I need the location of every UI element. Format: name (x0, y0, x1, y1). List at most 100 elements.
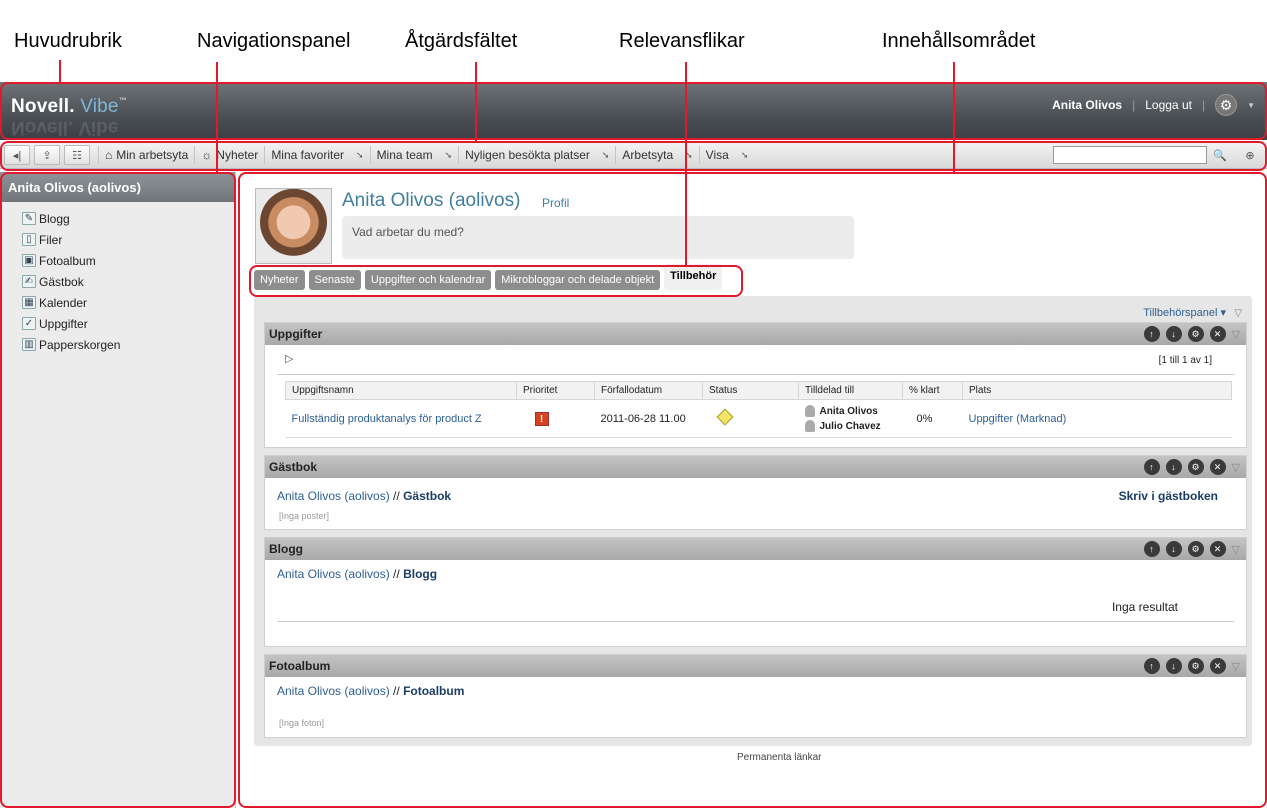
move-down-icon[interactable]: ↓ (1165, 459, 1182, 475)
collapse-nav-icon[interactable]: ◂| (4, 145, 30, 165)
callout-nav: Navigationspanel (197, 30, 351, 52)
current-user-link[interactable]: Anita Olivos (1052, 98, 1122, 112)
tree-icon[interactable]: ☷ (64, 145, 90, 165)
accessory-dashboard: Tillbehörspanel ▾ ▽ Uppgifter ↑ ↓ ⚙ ✕ ▽ … (254, 296, 1252, 746)
tab-news[interactable]: Nyheter (254, 270, 305, 290)
tab-microblogs[interactable]: Mikrobloggar och delade objekt (495, 270, 661, 290)
collapse-triangle-icon[interactable]: ▽ (1232, 461, 1240, 474)
calendar-icon: ▦ (22, 296, 36, 309)
move-up-icon[interactable]: ↑ (1143, 459, 1160, 475)
column-header[interactable]: Plats (962, 381, 1232, 400)
chevron-down-icon[interactable]: ▼ (1247, 101, 1255, 110)
checkmark-icon: ✓ (22, 317, 36, 330)
task-link[interactable]: Fullständig produktanalys för product Z (292, 413, 482, 425)
column-header[interactable]: Förfallodatum (594, 381, 703, 400)
collapse-triangle-icon[interactable]: ▽ (1232, 660, 1240, 673)
collapse-triangle-icon[interactable]: ▽ (1232, 543, 1240, 556)
settings-icon[interactable]: ⚙ (1187, 326, 1204, 342)
task-location-link[interactable]: Uppgifter (Marknad) (969, 413, 1067, 425)
navigation-panel: Anita Olivos (aolivos) ✎ Blogg ▯ Filer ▣ Fo… (0, 172, 236, 808)
column-header[interactable]: Uppgiftsnamn (285, 381, 517, 400)
collapse-triangle-icon[interactable]: ▽ (1232, 328, 1240, 341)
assignee[interactable]: Anita Olivos (804, 404, 897, 419)
close-icon[interactable]: ✕ (1209, 459, 1226, 475)
logout-link[interactable]: Logga ut (1145, 98, 1192, 112)
callout-line (685, 62, 687, 267)
trash-icon: ▥ (22, 338, 36, 351)
view-menu[interactable]: Visa ➘ (698, 146, 755, 164)
nav-item-tasks[interactable]: ✓ Uppgifter (22, 313, 235, 334)
assignee[interactable]: Julio Chavez (804, 419, 897, 434)
blog-box-header: Blogg ↑ ↓ ⚙ ✕ ▽ (265, 538, 1246, 560)
upload-icon[interactable]: ⇪ (34, 145, 60, 165)
column-header[interactable]: Status (702, 381, 799, 400)
nav-panel-title: Anita Olivos (aolivos) (0, 172, 235, 202)
tab-accessories[interactable]: Tillbehör (664, 264, 723, 290)
file-icon: ▯ (22, 233, 36, 246)
user-icon (804, 420, 815, 432)
settings-icon[interactable]: ⚙ (1187, 459, 1204, 475)
gear-icon[interactable]: ⚙ (1215, 94, 1238, 116)
move-up-icon[interactable]: ↑ (1143, 326, 1160, 342)
photo-album-box-header: Fotoalbum ↑ ↓ ⚙ ✕ ▽ (265, 655, 1246, 677)
avatar[interactable] (255, 188, 332, 264)
empty-message: [Inga foton] (279, 718, 325, 728)
status-input[interactable]: Vad arbetar du med? (342, 216, 854, 259)
separator: | (1132, 98, 1136, 112)
owner-link[interactable]: Anita Olivos (aolivos) (277, 567, 390, 581)
user-icon (804, 405, 815, 417)
column-header[interactable]: % klart (902, 381, 963, 400)
column-header[interactable]: Tilldelad till (798, 381, 903, 400)
tab-recent[interactable]: Senaste (308, 270, 361, 290)
my-workspace-button[interactable]: ⌂ Min arbetsyta (98, 146, 194, 164)
tab-tasks-calendars[interactable]: Uppgifter och kalendrar (364, 270, 492, 290)
nav-item-photo-album[interactable]: ▣ Fotoalbum (22, 250, 235, 271)
callout-line (475, 62, 477, 142)
search-icon[interactable]: 🔍 (1210, 146, 1230, 164)
callout-line (59, 60, 61, 82)
owner-link[interactable]: Anita Olivos (aolivos) (277, 684, 390, 698)
nav-item-guestbook[interactable]: ✍ Gästbok (22, 271, 235, 292)
accessory-panel-menu[interactable]: Tillbehörspanel ▾ (1143, 306, 1226, 319)
blog-icon: ✎ (22, 212, 36, 225)
close-icon[interactable]: ✕ (1209, 326, 1226, 342)
action-toolbar: ◂| ⇪ ☷ ⌂ Min arbetsyta ☼ Nyheter Mina favo… (0, 142, 1267, 169)
move-down-icon[interactable]: ↓ (1165, 658, 1182, 674)
expand-arrow-icon[interactable]: ▷ (285, 352, 293, 365)
settings-icon[interactable]: ⚙ (1187, 658, 1204, 674)
search-input[interactable] (1053, 146, 1207, 164)
permalinks-link[interactable]: Permanenta länkar (737, 752, 822, 763)
close-icon[interactable]: ✕ (1209, 658, 1226, 674)
screenshot-root: Huvudrubrik Navigationspanel Åtgärdsfält… (0, 0, 1267, 808)
guestbook-link[interactable]: Gästbok (403, 489, 451, 503)
nav-item-blog[interactable]: ✎ Blogg (22, 208, 235, 229)
move-up-icon[interactable]: ↑ (1143, 541, 1160, 557)
nav-item-trash[interactable]: ▥ Papperskorgen (22, 334, 235, 355)
collapse-triangle-icon[interactable]: ▽ (1234, 308, 1242, 319)
whats-new-button[interactable]: ☼ Nyheter (194, 146, 264, 164)
profile-link[interactable]: Profil (542, 196, 569, 210)
advanced-search-icon[interactable]: ⊕ (1240, 146, 1260, 164)
column-header[interactable]: Prioritet (516, 381, 595, 400)
settings-icon[interactable]: ⚙ (1187, 541, 1204, 557)
my-teams-menu[interactable]: Mina team ➘ (369, 146, 459, 164)
blog-link[interactable]: Blogg (403, 567, 437, 581)
tasks-table: Uppgiftsnamn Prioritet Förfallodatum Sta… (285, 381, 1232, 438)
my-favorites-menu[interactable]: Mina favoriter ➘ (264, 146, 369, 164)
sign-guestbook-link[interactable]: Skriv i gästboken (1119, 489, 1218, 503)
photo-album-link[interactable]: Fotoalbum (403, 684, 464, 698)
move-up-icon[interactable]: ↑ (1143, 658, 1160, 674)
move-down-icon[interactable]: ↓ (1165, 326, 1182, 342)
recent-places-menu[interactable]: Nyligen besökta platser ➘ (458, 146, 615, 164)
move-down-icon[interactable]: ↓ (1165, 541, 1182, 557)
callout-actionbar: Åtgärdsfältet (405, 30, 518, 52)
close-icon[interactable]: ✕ (1209, 541, 1226, 557)
due-date: 2011-06-28 11.00 (594, 399, 703, 438)
profile-name[interactable]: Anita Olivos (aolivos) (342, 190, 520, 212)
owner-link[interactable]: Anita Olivos (aolivos) (277, 489, 390, 503)
masthead: Novell. Vibe™ Novell. Vibe Anita Olivos … (0, 82, 1267, 140)
nav-item-files[interactable]: ▯ Filer (22, 229, 235, 250)
callout-line (953, 62, 955, 174)
nav-item-calendar[interactable]: ▦ Kalender (22, 292, 235, 313)
callout-line (216, 62, 218, 172)
